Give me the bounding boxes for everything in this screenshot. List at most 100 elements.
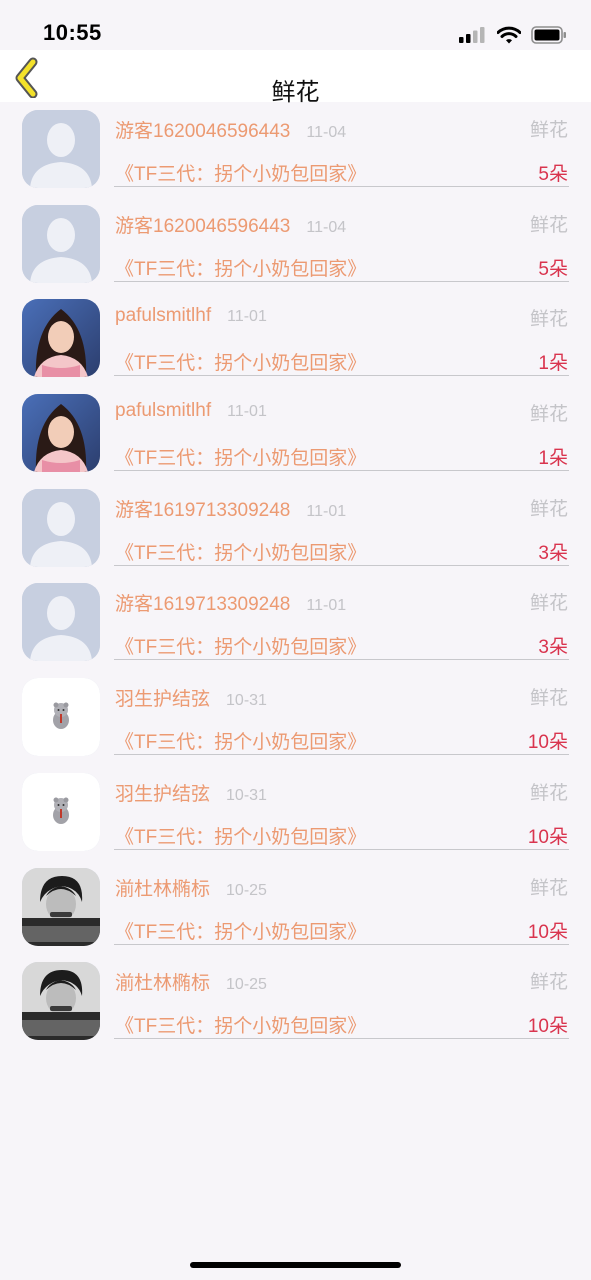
flower-count: 10朵 (527, 826, 568, 848)
book-title-link[interactable]: 《TF三代：拐个小奶包回家》 (115, 538, 366, 565)
default-avatar-icon (22, 110, 100, 188)
flower-count: 1朵 (538, 353, 568, 375)
cellular-signal-icon (459, 27, 485, 43)
record-date: 10-25 (226, 881, 267, 899)
username: 游客1620046596443 11-04 (115, 116, 346, 143)
avatar[interactable] (22, 962, 100, 1041)
default-avatar-icon (22, 204, 100, 283)
navigation-bar: 鲜花 (0, 50, 591, 106)
default-avatar-icon (22, 488, 100, 567)
avatar[interactable] (22, 867, 100, 946)
book-title-link[interactable]: 《TF三代：拐个小奶包回家》 (115, 254, 366, 281)
flower-count: 10朵 (527, 732, 568, 754)
avatar[interactable] (22, 678, 100, 757)
username: 羽生护结弦 10-31 (115, 684, 267, 711)
gift-type-label: 鲜花 (529, 309, 568, 331)
list-item[interactable]: 游客1619713309248 11-01 鲜花 《TF三代：拐个小奶包回家》 3… (0, 481, 591, 576)
book-title-link[interactable]: 《TF三代：拐个小奶包回家》 (115, 1011, 366, 1038)
gift-type-label: 鲜花 (529, 877, 568, 899)
status-time: 10:55 (43, 20, 102, 45)
list-item[interactable]: pafulsmitlhf 11-01 鲜花 《TF三代：拐个小奶包回家》 1朵 (0, 386, 591, 481)
list-item[interactable]: pafulsmitlhf 11-01 鲜花 《TF三代：拐个小奶包回家》 1朵 (0, 291, 591, 386)
divider (114, 848, 569, 850)
divider (114, 943, 569, 945)
flower-count: 5朵 (538, 258, 568, 280)
gift-type-label: 鲜花 (529, 498, 568, 520)
book-title-link[interactable]: 《TF三代：拐个小奶包回家》 (115, 632, 366, 659)
flower-count: 10朵 (527, 1016, 568, 1038)
list-item[interactable]: 游客1620046596443 11-04 鲜花 《TF三代：拐个小奶包回家》 5… (0, 197, 591, 292)
list-item[interactable]: 湔杜林椭标 10-25 鲜花 《TF三代：拐个小奶包回家》 10朵 (0, 954, 591, 1049)
avatar[interactable] (22, 772, 100, 851)
cartoon-sticker-icon (22, 678, 100, 757)
divider (114, 754, 569, 756)
flower-count: 5朵 (538, 164, 568, 185)
avatar[interactable] (22, 583, 100, 662)
divider (114, 564, 569, 566)
username-text: 羽生护结弦 (115, 689, 211, 711)
gift-type-label: 鲜花 (529, 593, 568, 615)
default-avatar-icon (22, 583, 100, 662)
flower-count: 1朵 (538, 448, 568, 470)
divider (114, 375, 569, 377)
username: 游客1619713309248 11-01 (115, 495, 346, 522)
record-date: 11-01 (227, 308, 267, 326)
list-item[interactable]: 游客1619713309248 11-01 鲜花 《TF三代：拐个小奶包回家》 3… (0, 575, 591, 670)
home-indicator (190, 1262, 401, 1268)
user-photo-icon (22, 394, 100, 473)
username: pafulsmitlhf 11-01 (115, 305, 267, 327)
username-text: 游客1620046596443 (115, 121, 291, 142)
battery-icon (531, 26, 566, 44)
username: 湔杜林椭标 10-25 (115, 874, 267, 901)
record-date: 11-04 (306, 218, 347, 236)
status-icons (459, 25, 567, 45)
book-title-link[interactable]: 《TF三代：拐个小奶包回家》 (115, 917, 366, 944)
cartoon-sticker-icon (22, 772, 100, 851)
username: 游客1619713309248 11-01 (115, 589, 346, 616)
list-item[interactable]: 游客1620046596443 11-04 鲜花 《TF三代：拐个小奶包回家》 5… (0, 102, 591, 197)
gift-type-label: 鲜花 (529, 214, 568, 236)
divider (114, 186, 569, 187)
gift-type-label: 鲜花 (529, 688, 568, 710)
flower-record-list: 游客1620046596443 11-04 鲜花 《TF三代：拐个小奶包回家》 5… (0, 102, 591, 1049)
record-date: 11-01 (227, 403, 267, 421)
username-text: 游客1620046596443 (115, 215, 291, 237)
record-date: 10-25 (226, 976, 267, 994)
avatar[interactable] (22, 488, 100, 567)
book-title-link[interactable]: 《TF三代：拐个小奶包回家》 (115, 443, 366, 470)
gift-type-label: 鲜花 (529, 120, 568, 141)
username: 湔杜林椭标 10-25 (115, 968, 267, 995)
username-text: pafulsmitlhf (115, 305, 212, 327)
flower-count: 10朵 (527, 921, 568, 943)
list-item[interactable]: 湔杜林椭标 10-25 鲜花 《TF三代：拐个小奶包回家》 10朵 (0, 860, 591, 955)
avatar[interactable] (22, 299, 100, 378)
record-date: 11-01 (306, 502, 347, 520)
flower-count: 3朵 (538, 637, 568, 659)
divider (114, 659, 569, 661)
flower-count: 3朵 (538, 542, 568, 564)
username: pafulsmitlhf 11-01 (115, 400, 267, 422)
record-date: 11-01 (306, 597, 347, 615)
username-text: 游客1619713309248 (115, 594, 291, 616)
avatar[interactable] (22, 110, 100, 188)
list-item[interactable]: 羽生护结弦 10-31 鲜花 《TF三代：拐个小奶包回家》 10朵 (0, 670, 591, 765)
gift-type-label: 鲜花 (529, 404, 568, 426)
avatar[interactable] (22, 204, 100, 283)
username: 游客1620046596443 11-04 (115, 211, 346, 238)
record-date: 10-31 (226, 786, 267, 804)
wifi-icon (497, 26, 521, 44)
list-item[interactable]: 羽生护结弦 10-31 鲜花 《TF三代：拐个小奶包回家》 10朵 (0, 765, 591, 860)
divider (114, 1038, 569, 1040)
username-text: 湔杜林椭标 (115, 973, 211, 995)
status-bar: 10:55 (0, 0, 591, 50)
username-text: 湔杜林椭标 (115, 878, 211, 900)
user-photo-icon (22, 962, 100, 1041)
book-title-link[interactable]: 《TF三代：拐个小奶包回家》 (115, 727, 366, 754)
avatar[interactable] (22, 394, 100, 473)
divider (114, 280, 569, 282)
book-title-link[interactable]: 《TF三代：拐个小奶包回家》 (115, 159, 366, 186)
record-date: 11-04 (306, 124, 347, 141)
book-title-link[interactable]: 《TF三代：拐个小奶包回家》 (115, 822, 366, 849)
divider (114, 470, 569, 472)
book-title-link[interactable]: 《TF三代：拐个小奶包回家》 (115, 348, 366, 375)
